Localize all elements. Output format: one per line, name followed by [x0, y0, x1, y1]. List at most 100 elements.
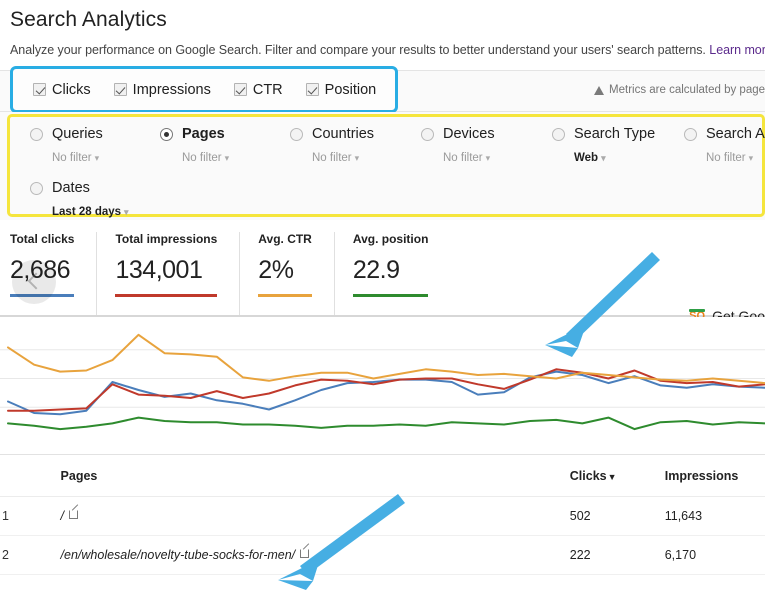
chart-series-position	[7, 416, 765, 431]
learn-more-link[interactable]: Learn more.	[709, 43, 765, 57]
radio-search-type[interactable]	[552, 127, 565, 141]
checkbox-ctr[interactable]: CTR	[233, 81, 283, 98]
dimension-search-type-filter-text: Web	[574, 152, 599, 164]
dimension-queries-filter-text: No filter	[52, 152, 92, 164]
row-page[interactable]: /	[10, 496, 570, 536]
dimension-filter-bar: Queries No filter ▾ Pages No filter ▾ Co…	[7, 114, 765, 218]
dimension-devices-filter-text: No filter	[443, 152, 483, 164]
row-page-url: /	[60, 509, 65, 523]
summary-metrics: Total clicks 2,686 Total impressions 134…	[0, 220, 765, 324]
external-link-icon[interactable]	[69, 510, 79, 519]
checkbox-ctr-label: CTR	[252, 81, 283, 98]
checkmark-icon	[305, 83, 319, 96]
external-link-icon[interactable]	[300, 549, 310, 558]
checkbox-position-label: Position	[324, 81, 377, 98]
metric-checkbox-bar: Clicks Impressions CTR Position	[10, 66, 398, 113]
chevron-down-icon: ▾	[124, 207, 129, 217]
metric-bar-region: Metrics are calculated by page Clicks Im…	[0, 66, 765, 113]
dimension-search-appearance-filter[interactable]: No filter ▾	[684, 152, 764, 164]
dimension-search-appearance-label: Search A	[706, 126, 765, 142]
dimension-countries-filter[interactable]: No filter ▾	[290, 152, 401, 164]
chevron-down-icon: ▾	[224, 153, 230, 163]
chart-canvas	[0, 333, 765, 431]
summary-card-rule	[352, 294, 429, 297]
dimension-pages-filter[interactable]: No filter ▾	[160, 152, 270, 164]
pages-table-body: 1 / 502 11,643 2 /en/wholesale/novelty-t…	[0, 496, 765, 575]
dimension-search-appearance[interactable]: Search A No filter ▾	[664, 126, 765, 164]
search-analytics-page: Search Analytics Analyze your performanc…	[0, 0, 765, 615]
col-clicks-label: Clicks	[569, 469, 607, 483]
row-clicks: 222	[569, 535, 665, 575]
summary-card-rule	[115, 294, 218, 297]
summary-card-avg-position: Avg. position 22.9	[333, 232, 451, 315]
dimension-dates-filter-text: Last 28 days	[52, 206, 122, 218]
radio-countries[interactable]	[290, 127, 303, 141]
summary-card-value: 134,001	[115, 256, 203, 284]
col-index	[0, 455, 11, 497]
dimension-row-primary: Queries No filter ▾ Pages No filter ▾ Co…	[10, 126, 765, 164]
dimension-row-secondary: Dates Last 28 days ▾	[10, 180, 762, 218]
chevron-down-icon: ▾	[485, 153, 491, 163]
chevron-left-icon[interactable]	[12, 260, 56, 304]
sort-descending-icon: ▼	[607, 472, 617, 482]
subtitle-text: Analyze your performance on Google Searc…	[10, 43, 706, 57]
row-impressions: 11,643	[664, 496, 765, 536]
dimension-search-appearance-filter-text: No filter	[706, 152, 746, 164]
col-pages[interactable]: Pages	[10, 455, 570, 497]
col-clicks[interactable]: Clicks▼	[569, 455, 665, 497]
summary-card-value: 22.9	[352, 256, 400, 284]
checkbox-impressions[interactable]: Impressions	[113, 82, 211, 98]
dimension-search-type[interactable]: Search Type Web ▾	[532, 126, 664, 164]
row-index: 1	[0, 496, 11, 536]
pages-table: Pages Clicks▼ Impressions 1 / 502 11,643…	[0, 455, 765, 575]
radio-queries[interactable]	[30, 127, 43, 141]
summary-card-label: Total clicks	[10, 232, 75, 246]
pages-table-region: Pages Clicks▼ Impressions 1 / 502 11,643…	[0, 454, 765, 575]
radio-pages[interactable]	[160, 127, 173, 141]
summary-card-label: Avg. CTR	[258, 232, 312, 246]
table-row[interactable]: 2 /en/wholesale/novelty-tube-socks-for-m…	[0, 535, 765, 575]
page-subtitle: Analyze your performance on Google Searc…	[0, 32, 765, 57]
summary-card-label: Total impressions	[115, 232, 218, 246]
summary-card-rule	[258, 294, 312, 297]
dimension-dates-label: Dates	[52, 180, 90, 196]
dimension-countries[interactable]: Countries No filter ▾	[270, 126, 401, 164]
row-page[interactable]: /en/wholesale/novelty-tube-socks-for-men…	[10, 535, 570, 575]
performance-chart[interactable]	[0, 317, 765, 444]
dimension-devices-filter[interactable]: No filter ▾	[421, 152, 532, 164]
dimension-queries-filter[interactable]: No filter ▾	[30, 152, 140, 164]
checkbox-clicks-label: Clicks	[52, 81, 91, 98]
dimension-pages[interactable]: Pages No filter ▾	[140, 126, 270, 164]
checkmark-icon	[113, 83, 127, 96]
radio-devices[interactable]	[421, 127, 434, 141]
dimension-pages-filter-text: No filter	[182, 152, 222, 164]
row-impressions: 6,170	[664, 535, 765, 575]
table-row[interactable]: 1 / 502 11,643	[0, 496, 765, 536]
radio-dates[interactable]	[30, 181, 43, 195]
chevron-down-icon: ▾	[748, 153, 754, 163]
summary-card-value: 2%	[258, 256, 294, 284]
dimension-countries-label: Countries	[312, 126, 375, 142]
checkbox-position[interactable]: Position	[305, 81, 377, 98]
dimension-queries-label: Queries	[52, 126, 103, 142]
metrics-note-text: Metrics are calculated by page	[609, 84, 765, 96]
chevron-down-icon: ▾	[94, 153, 100, 163]
checkbox-clicks[interactable]: Clicks	[33, 82, 91, 98]
dimension-dates-filter[interactable]: Last 28 days ▾	[30, 206, 140, 218]
warning-triangle-icon	[594, 85, 605, 95]
page-title: Search Analytics	[10, 8, 167, 31]
summary-card-label: Avg. position	[352, 232, 429, 246]
col-impressions[interactable]: Impressions	[664, 455, 765, 497]
summary-card-total-impressions: Total impressions 134,001	[96, 232, 239, 315]
chart-series-ctr	[7, 333, 765, 385]
dimension-devices[interactable]: Devices No filter ▾	[401, 126, 532, 164]
checkmark-icon	[33, 83, 46, 96]
dimension-queries[interactable]: Queries No filter ▾	[10, 126, 140, 164]
dimension-search-type-label: Search Type	[574, 126, 656, 142]
row-clicks: 502	[569, 496, 665, 536]
summary-card-avg-ctr: Avg. CTR 2%	[239, 232, 334, 315]
dimension-dates[interactable]: Dates Last 28 days ▾	[10, 180, 140, 218]
radio-search-appearance[interactable]	[684, 127, 697, 141]
checkmark-icon	[233, 83, 247, 96]
dimension-search-type-filter[interactable]: Web ▾	[552, 152, 664, 164]
